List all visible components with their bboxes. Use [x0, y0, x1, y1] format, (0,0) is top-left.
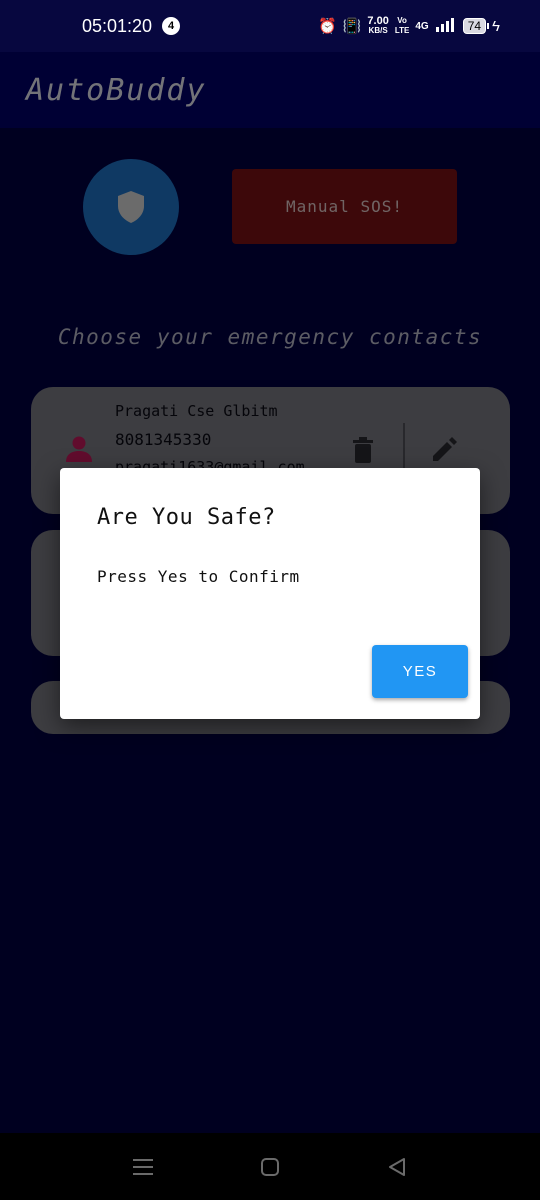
yes-button[interactable]: YES [372, 645, 468, 698]
back-triangle-icon [388, 1157, 405, 1176]
dialog-message: Press Yes to Confirm [97, 567, 300, 586]
navigation-bar [0, 1133, 540, 1200]
volte-bottom: LTE [394, 26, 410, 35]
confirm-dialog: Are You Safe? Press Yes to Confirm YES [60, 468, 480, 719]
status-bar: 05:01:20 4 ⏰ 📳 7.00 KB/S Vo LTE 4G 74 ϟ [0, 0, 540, 52]
menu-icon [133, 1158, 154, 1175]
volte-top: Vo [397, 16, 407, 25]
recent-apps-button[interactable] [123, 1147, 163, 1187]
status-time: 05:01:20 [82, 15, 153, 36]
net-speed-value: 7.00 [367, 15, 389, 27]
notification-count-badge: 4 [162, 17, 181, 35]
battery-icon: 74 [462, 18, 490, 34]
volte-indicator: Vo LTE [395, 16, 410, 36]
home-button[interactable] [250, 1147, 290, 1187]
charging-icon: ϟ [492, 17, 500, 35]
back-button[interactable] [377, 1147, 417, 1187]
home-square-icon [260, 1157, 279, 1176]
vibrate-icon: 📳 [342, 18, 362, 35]
alarm-icon: ⏰ [318, 18, 337, 35]
net-speed-unit: KB/S [368, 26, 388, 35]
net-speed: 7.00 KB/S [367, 16, 388, 36]
signal-icon [435, 17, 457, 35]
dialog-title: Are You Safe? [97, 505, 276, 530]
network-type: 4G [415, 20, 429, 32]
status-icons: ⏰ 📳 7.00 KB/S Vo LTE 4G 74 ϟ [318, 16, 500, 36]
